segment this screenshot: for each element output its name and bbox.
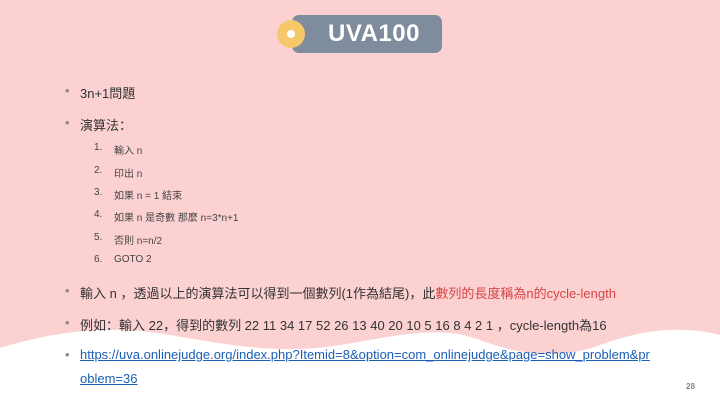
cycle-length-text: 輸入 n ，透過以上的演算法可以得到一個數列(1作為結尾)，此 xyxy=(80,286,436,301)
bullet-cycle-length: 輸入 n ，透過以上的演算法可以得到一個數列(1作為結尾)，此數列的長度稱為n的… xyxy=(80,283,616,302)
bullet-algorithm: 演算法： xyxy=(80,118,133,133)
step-number: 1. xyxy=(94,142,103,153)
problem-link-line2[interactable]: oblem=36 xyxy=(80,371,137,386)
step-text: GOTO 2 xyxy=(114,254,152,265)
bullet-3n1-problem: 3n+1問題 xyxy=(80,86,136,101)
bullet-example: 例如：輸入 22，得到的數列 22 11 34 17 52 26 13 40 2… xyxy=(80,318,607,333)
step-text: 印出 n xyxy=(114,169,143,180)
problem-link-line1[interactable]: https://uva.onlinejudge.org/index.php?It… xyxy=(80,347,650,362)
step-text: 如果 n 是奇數 那麼 n=3*n+1 xyxy=(114,213,239,224)
step-number: 2. xyxy=(94,165,103,176)
step-number: 6. xyxy=(94,254,103,265)
step-number: 4. xyxy=(94,209,103,220)
step-number: 5. xyxy=(94,232,103,243)
slide-title: UVA100 xyxy=(328,20,420,47)
cycle-length-highlight: 數列的長度稱為n的cycle-length xyxy=(435,286,616,301)
background-wave xyxy=(0,329,720,405)
page-number: 28 xyxy=(686,382,695,391)
step-text: 如果 n = 1 結束 xyxy=(114,191,183,202)
step-number: 3. xyxy=(94,187,103,198)
step-text: 否則 n=n/2 xyxy=(114,236,163,247)
step-text: 輸入 n xyxy=(114,146,143,157)
